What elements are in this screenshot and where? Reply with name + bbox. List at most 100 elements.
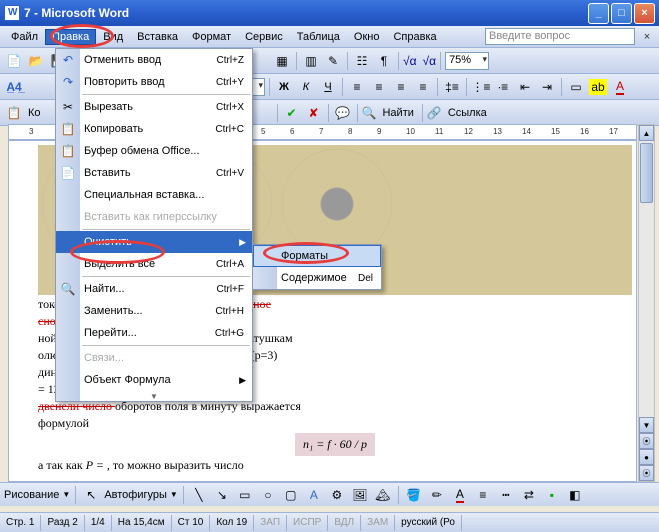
menu-file[interactable]: Файл <box>4 29 45 45</box>
arrow-style-button[interactable]: ⇄ <box>519 485 539 505</box>
menu-insert[interactable]: Вставка <box>130 29 185 45</box>
review-mode-button[interactable]: 📋 <box>4 103 24 123</box>
fill-color-button[interactable]: 🪣 <box>404 485 424 505</box>
submenu-contents[interactable]: СодержимоеDel <box>253 267 381 289</box>
scroll-down-button[interactable]: ▼ <box>639 417 654 433</box>
dash-style-button[interactable]: ┅ <box>496 485 516 505</box>
arrow-icon: ↖ <box>86 488 96 502</box>
numbering-button[interactable]: ⋮≡ <box>471 77 491 97</box>
highlight-button[interactable]: ab <box>588 77 608 97</box>
rectangle-button[interactable]: ▭ <box>235 485 255 505</box>
bold-button[interactable]: Ж <box>274 77 294 97</box>
clipart-button[interactable]: 🖼 <box>350 485 370 505</box>
link-label[interactable]: Ссылка <box>448 107 487 119</box>
doc-map-button[interactable]: ☷ <box>352 51 372 71</box>
menu-goto[interactable]: Перейти...Ctrl+G <box>56 322 252 344</box>
select-browse-button[interactable]: ● <box>639 449 654 465</box>
arrow-shape-icon: ↘ <box>217 488 227 502</box>
open-button[interactable]: 📂 <box>26 51 46 71</box>
menu-find[interactable]: 🔍 Найти...Ctrl+F <box>56 278 252 300</box>
line-spacing-button[interactable]: ‡≡ <box>442 77 462 97</box>
underline-button[interactable]: Ч <box>318 77 338 97</box>
find-label[interactable]: Найти <box>382 107 413 119</box>
status-ext[interactable]: ВДЛ <box>328 515 361 531</box>
line-color-button[interactable]: ✏ <box>427 485 447 505</box>
status-ovr[interactable]: ЗАМ <box>361 515 395 531</box>
show-marks-button[interactable]: ¶ <box>374 51 394 71</box>
motor-figure-3 <box>282 149 392 259</box>
drawing-button[interactable]: ✎ <box>323 51 343 71</box>
align-center-button[interactable]: ≡ <box>369 77 389 97</box>
submenu-formats[interactable]: Форматы <box>253 245 381 267</box>
arrow-button[interactable]: ↘ <box>212 485 232 505</box>
menu-edit[interactable]: Правка <box>45 29 96 45</box>
menu-tools[interactable]: Сервис <box>238 29 290 45</box>
menu-copy[interactable]: 📋 КопироватьCtrl+C <box>56 118 252 140</box>
italic-button[interactable]: К <box>296 77 316 97</box>
picture-button[interactable]: 🏔 <box>373 485 393 505</box>
wordart-button[interactable]: A <box>304 485 324 505</box>
scroll-up-button[interactable]: ▲ <box>639 125 654 141</box>
align-left-button[interactable]: ≡ <box>347 77 367 97</box>
accept-button[interactable]: ✔ <box>282 103 302 123</box>
indent-button[interactable]: ⇥ <box>537 77 557 97</box>
doc-close-button[interactable]: × <box>639 29 655 45</box>
menu-select-all[interactable]: Выделить всеCtrl+A <box>56 253 252 275</box>
line-style-button[interactable]: ≡ <box>473 485 493 505</box>
drawing-menu[interactable]: Рисование <box>4 489 59 501</box>
menu-redo[interactable]: ↷ Повторить вводCtrl+Y <box>56 71 252 93</box>
menu-undo[interactable]: ↶ Отменить вводCtrl+Z <box>56 49 252 71</box>
align-right-button[interactable]: ≡ <box>391 77 411 97</box>
menu-office-clipboard[interactable]: 📋 Буфер обмена Office... <box>56 140 252 162</box>
align-justify-button[interactable]: ≡ <box>413 77 433 97</box>
sqrt2-icon: √α <box>423 54 437 68</box>
close-button[interactable]: × <box>634 3 655 24</box>
columns-icon: ▥ <box>305 54 316 68</box>
status-lang[interactable]: русский (Ро <box>395 515 462 531</box>
menu-cut[interactable]: ✂ ВырезатьCtrl+X <box>56 96 252 118</box>
menu-format[interactable]: Формат <box>185 29 238 45</box>
menu-paste[interactable]: 📄 ВставитьCtrl+V <box>56 162 252 184</box>
border-button[interactable]: ▭ <box>566 77 586 97</box>
numbering-icon: ⋮≡ <box>472 80 491 94</box>
menu-expand[interactable]: ▼ <box>56 391 252 401</box>
comment-button[interactable]: 💬 <box>333 103 353 123</box>
diagram-button[interactable]: ⚙ <box>327 485 347 505</box>
textbox-button[interactable]: ▢ <box>281 485 301 505</box>
menu-view[interactable]: Вид <box>96 29 130 45</box>
menu-object[interactable]: Объект Формула▶ <box>56 369 252 391</box>
font-color-draw-button[interactable]: A <box>450 485 470 505</box>
table-button[interactable]: ▦ <box>272 51 292 71</box>
menu-table[interactable]: Таблица <box>290 29 347 45</box>
menu-paste-special[interactable]: Специальная вставка... <box>56 184 252 206</box>
outdent-button[interactable]: ⇤ <box>515 77 535 97</box>
new-doc-button[interactable]: 📄 <box>4 51 24 71</box>
link-icon: 🔗 <box>427 106 442 120</box>
status-rec[interactable]: ЗАП <box>254 515 287 531</box>
status-trk[interactable]: ИСПР <box>287 515 328 531</box>
next-page-button[interactable]: ⦿ <box>639 465 654 481</box>
3d-button[interactable]: ◧ <box>565 485 585 505</box>
font-color-button[interactable]: A <box>610 77 630 97</box>
prev-page-button[interactable]: ⦿ <box>639 433 654 449</box>
bullets-button[interactable]: ∙≡ <box>493 77 513 97</box>
styles-icon: A̲4̲ <box>6 80 21 94</box>
menu-help[interactable]: Справка <box>386 29 443 45</box>
reject-button[interactable]: ✘ <box>304 103 324 123</box>
autoshapes-menu[interactable]: Автофигуры <box>104 489 167 501</box>
zoom-combo[interactable]: 75% <box>445 52 489 70</box>
line-button[interactable]: ╲ <box>189 485 209 505</box>
help-search-input[interactable]: Введите вопрос <box>485 28 635 45</box>
minimize-button[interactable]: _ <box>588 3 609 24</box>
vertical-scrollbar[interactable]: ▲ ▼ ⦿ ● ⦿ <box>638 124 655 482</box>
styles-button[interactable]: A̲4̲ <box>4 77 24 97</box>
shadow-button[interactable]: ▪ <box>542 485 562 505</box>
maximize-button[interactable]: □ <box>611 3 632 24</box>
menu-window[interactable]: Окно <box>347 29 387 45</box>
menu-clear[interactable]: Очистить▶ <box>56 231 252 253</box>
oval-button[interactable]: ○ <box>258 485 278 505</box>
menu-replace[interactable]: Заменить...Ctrl+H <box>56 300 252 322</box>
select-objects-button[interactable]: ↖ <box>81 485 101 505</box>
scroll-thumb[interactable] <box>640 143 653 203</box>
columns-button[interactable]: ▥ <box>301 51 321 71</box>
